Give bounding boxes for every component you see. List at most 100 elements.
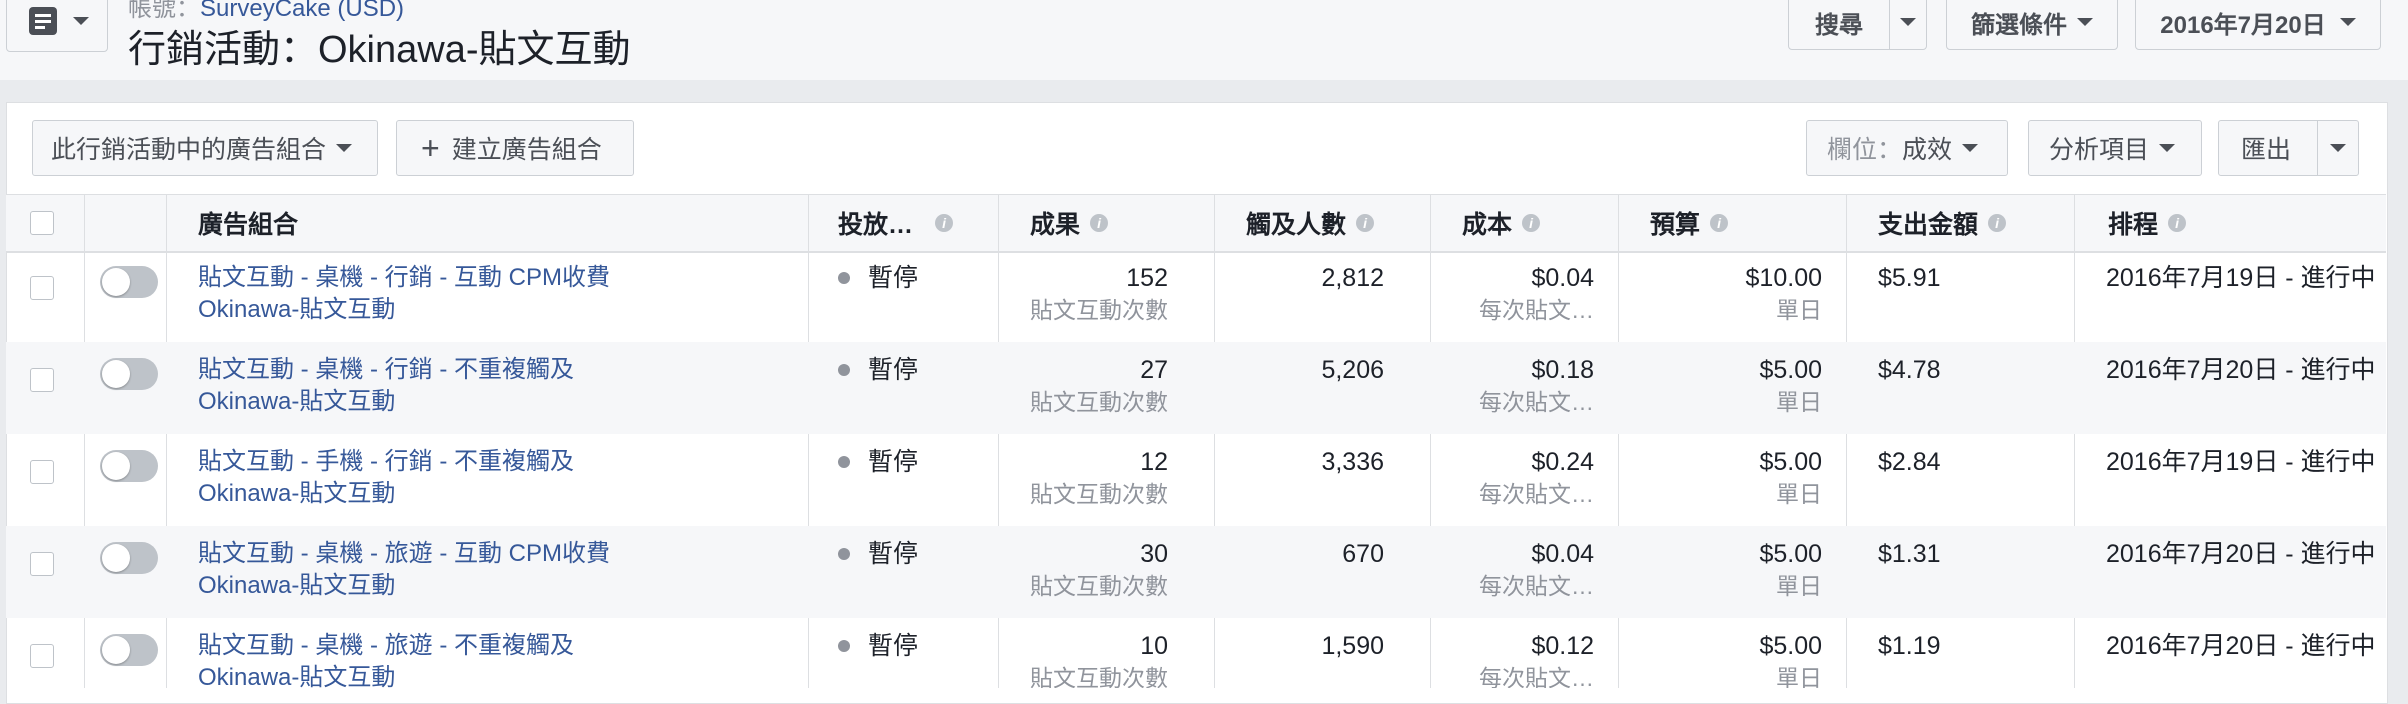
spent-value: $1.19 bbox=[1878, 632, 1941, 660]
row-checkbox[interactable] bbox=[30, 276, 54, 300]
results-type: 貼文互動次數 bbox=[1030, 665, 1168, 688]
column-header-reach[interactable]: 觸及人數 i bbox=[1246, 195, 1375, 251]
filter-button[interactable]: 篩選條件 bbox=[1946, 0, 2118, 50]
status-dot-icon bbox=[838, 272, 850, 284]
budget-value: $5.00 bbox=[1759, 356, 1822, 384]
export-button[interactable]: 匯出 bbox=[2218, 120, 2318, 176]
create-adset-label: 建立廣告組合 bbox=[451, 136, 602, 164]
campaign-name-link[interactable]: Okinawa-貼文互動 bbox=[198, 478, 574, 510]
adset-name-link[interactable]: 貼文互動 - 桌機 - 旅遊 - 互動 CPM收費 bbox=[198, 538, 610, 570]
plus-icon: + bbox=[421, 130, 440, 166]
budget-value: $10.00 bbox=[1745, 264, 1822, 292]
row-checkbox[interactable] bbox=[30, 368, 54, 392]
columns-prefix: 欄位： bbox=[1827, 136, 1903, 164]
search-label: 搜尋 bbox=[1815, 11, 1863, 39]
status-dot-icon bbox=[838, 456, 850, 468]
adset-toggle[interactable] bbox=[100, 358, 158, 390]
cost-type: 每次貼文… bbox=[1479, 665, 1594, 688]
cost-type: 每次貼文… bbox=[1479, 297, 1594, 323]
column-header-schedule[interactable]: 排程 i bbox=[2108, 195, 2187, 251]
budget-type: 單日 bbox=[1776, 297, 1822, 323]
cost-value: $0.18 bbox=[1531, 356, 1594, 384]
schedule-value: 2016年7月20日 - 進行中 bbox=[2106, 540, 2376, 568]
breakdown-dropdown[interactable]: 分析項目 bbox=[2028, 120, 2202, 176]
delivery-status: 暫停 bbox=[838, 630, 918, 662]
adset-name-link[interactable]: 貼文互動 - 桌機 - 行銷 - 不重複觸及 bbox=[198, 354, 574, 386]
cost-value: $0.12 bbox=[1531, 632, 1594, 660]
column-header-spent[interactable]: 支出金額 i bbox=[1878, 195, 2007, 251]
adset-toggle[interactable] bbox=[100, 450, 158, 482]
cost-type: 每次貼文… bbox=[1479, 481, 1594, 507]
adset-toggle[interactable] bbox=[100, 634, 158, 666]
adsets-dropdown[interactable]: 此行銷活動中的廣告組合 bbox=[32, 120, 378, 176]
info-icon: i bbox=[2168, 214, 2187, 232]
table-row[interactable]: 貼文互動 - 桌機 - 行銷 - 互動 CPM收費 Okinawa-貼文互動 暫… bbox=[6, 250, 2386, 342]
filter-label: 篩選條件 bbox=[1971, 11, 2067, 39]
columns-value: 成效 bbox=[1902, 136, 1953, 164]
spent-value: $2.84 bbox=[1878, 448, 1941, 476]
info-icon: i bbox=[1356, 214, 1375, 232]
cost-value: $0.04 bbox=[1531, 540, 1594, 568]
search-dropdown-button[interactable] bbox=[1889, 0, 1927, 50]
delivery-status: 暫停 bbox=[838, 446, 918, 478]
adset-name-link[interactable]: 貼文互動 - 桌機 - 行銷 - 互動 CPM收費 bbox=[198, 262, 610, 294]
campaign-name-link[interactable]: Okinawa-貼文互動 bbox=[198, 386, 574, 418]
row-checkbox[interactable] bbox=[30, 644, 54, 668]
table-header: 廣告組合 投放… i 成果 i 觸及人數 i 成本 i 預算 i 支出金額 i 排程 i bbox=[6, 194, 2386, 253]
campaign-name-link[interactable]: Okinawa-貼文互動 bbox=[198, 570, 610, 602]
cost-value: $0.24 bbox=[1531, 448, 1594, 476]
info-icon: i bbox=[1988, 214, 2007, 232]
reach-value: 1,590 bbox=[1321, 632, 1384, 660]
select-all-checkbox[interactable] bbox=[30, 211, 54, 235]
adset-name-link[interactable]: 貼文互動 - 桌機 - 旅遊 - 不重複觸及 bbox=[198, 630, 574, 662]
reach-value: 3,336 bbox=[1321, 448, 1384, 476]
campaign-name-link[interactable]: Okinawa-貼文互動 bbox=[198, 662, 574, 688]
column-header-results[interactable]: 成果 i bbox=[1030, 195, 1109, 251]
info-icon: i bbox=[1090, 214, 1109, 232]
table-row[interactable]: 貼文互動 - 桌機 - 旅遊 - 不重複觸及 Okinawa-貼文互動 暫停 1… bbox=[6, 618, 2386, 688]
results-type: 貼文互動次數 bbox=[1030, 481, 1168, 507]
page-title: 行銷活動：Okinawa-貼文互動 bbox=[128, 29, 631, 71]
cost-type: 每次貼文… bbox=[1479, 389, 1594, 415]
adset-name-link[interactable]: 貼文互動 - 手機 - 行銷 - 不重複觸及 bbox=[198, 446, 574, 478]
breakdown-label: 分析項目 bbox=[2049, 136, 2150, 164]
results-value: 12 bbox=[1140, 448, 1168, 476]
export-label: 匯出 bbox=[2241, 136, 2292, 164]
column-header-budget[interactable]: 預算 i bbox=[1650, 195, 1729, 251]
chevron-down-icon bbox=[1900, 18, 1916, 26]
row-checkbox[interactable] bbox=[30, 552, 54, 576]
schedule-value: 2016年7月19日 - 進行中 bbox=[2106, 264, 2376, 292]
info-icon: i bbox=[1522, 214, 1541, 232]
row-checkbox[interactable] bbox=[30, 460, 54, 484]
spent-value: $4.78 bbox=[1878, 356, 1941, 384]
export-dropdown-button[interactable] bbox=[2317, 120, 2359, 176]
table-row[interactable]: 貼文互動 - 桌機 - 行銷 - 不重複觸及 Okinawa-貼文互動 暫停 2… bbox=[6, 342, 2386, 434]
date-range-button[interactable]: 2016年7月20日 bbox=[2135, 0, 2381, 50]
schedule-value: 2016年7月19日 - 進行中 bbox=[2106, 448, 2376, 476]
delivery-status: 暫停 bbox=[838, 262, 918, 294]
adset-toggle[interactable] bbox=[100, 266, 158, 298]
column-header-delivery[interactable]: 投放… i bbox=[838, 195, 954, 251]
cost-type: 每次貼文… bbox=[1479, 573, 1594, 599]
column-header-adset[interactable]: 廣告組合 bbox=[198, 195, 298, 251]
status-dot-icon bbox=[838, 548, 850, 560]
results-value: 27 bbox=[1140, 356, 1168, 384]
reach-value: 670 bbox=[1342, 540, 1384, 568]
columns-dropdown[interactable]: 欄位： 成效 bbox=[1806, 120, 2008, 176]
schedule-value: 2016年7月20日 - 進行中 bbox=[2106, 356, 2376, 384]
document-icon bbox=[29, 7, 57, 35]
campaign-name-link[interactable]: Okinawa-貼文互動 bbox=[198, 294, 610, 326]
adset-toggle[interactable] bbox=[100, 542, 158, 574]
column-header-cost[interactable]: 成本 i bbox=[1462, 195, 1541, 251]
results-type: 貼文互動次數 bbox=[1030, 389, 1168, 415]
table-row[interactable]: 貼文互動 - 手機 - 行銷 - 不重複觸及 Okinawa-貼文互動 暫停 1… bbox=[6, 434, 2386, 526]
cost-value: $0.04 bbox=[1531, 264, 1594, 292]
menu-button[interactable] bbox=[6, 0, 108, 52]
spent-value: $1.31 bbox=[1878, 540, 1941, 568]
info-icon: i bbox=[1710, 214, 1729, 232]
table-row[interactable]: 貼文互動 - 桌機 - 旅遊 - 互動 CPM收費 Okinawa-貼文互動 暫… bbox=[6, 526, 2386, 618]
results-type: 貼文互動次數 bbox=[1030, 573, 1168, 599]
create-adset-button[interactable]: + 建立廣告組合 bbox=[396, 120, 634, 176]
search-button[interactable]: 搜尋 bbox=[1788, 0, 1890, 50]
chevron-down-icon bbox=[2077, 18, 2093, 26]
